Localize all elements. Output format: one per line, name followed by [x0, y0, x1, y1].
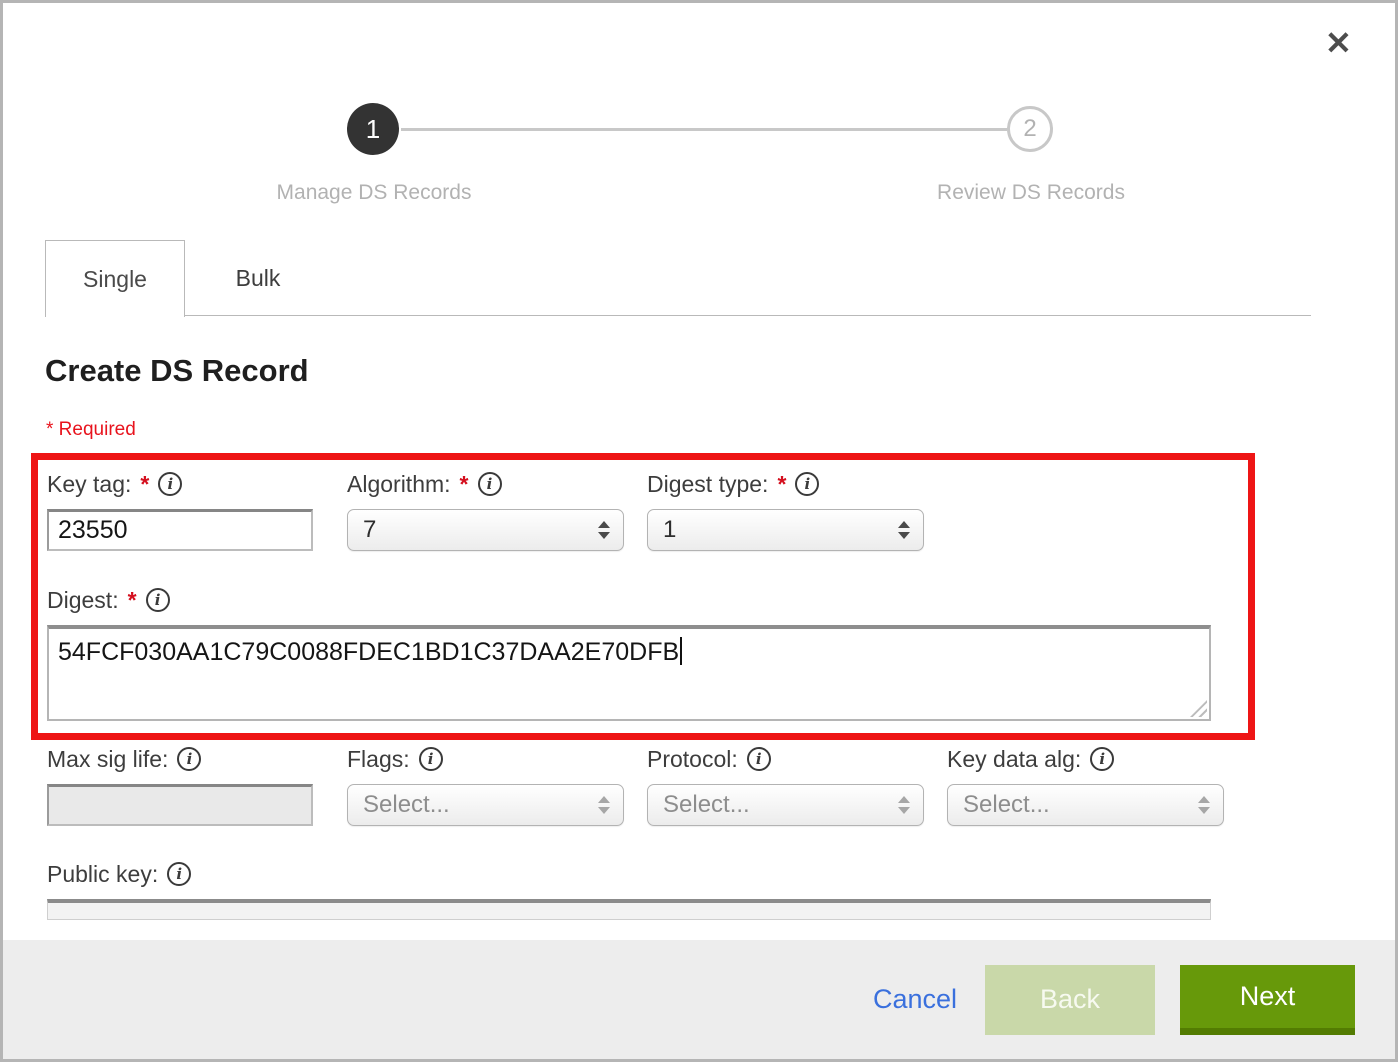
field-flags: Flags: i Select...: [347, 744, 647, 826]
next-button[interactable]: Next: [1180, 965, 1355, 1035]
page-title: Create DS Record: [45, 353, 309, 389]
select-spinner-icon: [1198, 796, 1210, 814]
flags-label: Flags:: [347, 746, 410, 773]
create-ds-record-dialog: ✕ 1 2 Manage DS Records Review DS Record…: [0, 0, 1398, 1062]
tab-bar: Single Bulk: [45, 240, 1311, 316]
algorithm-label: Algorithm:: [347, 471, 451, 498]
digest-value: 54FCF030AA1C79C0088FDEC1BD1C37DAA2E70DFB: [58, 638, 679, 666]
text-cursor: [680, 637, 682, 665]
info-icon[interactable]: i: [1090, 747, 1114, 771]
tab-bulk[interactable]: Bulk: [185, 240, 331, 316]
max-sig-life-label: Max sig life:: [47, 746, 168, 773]
protocol-label: Protocol:: [647, 746, 738, 773]
form-row-1: Key tag: * i Algorithm: * i 7: [47, 469, 947, 551]
info-icon[interactable]: i: [167, 862, 191, 886]
digest-textarea[interactable]: 54FCF030AA1C79C0088FDEC1BD1C37DAA2E70DFB: [47, 625, 1211, 721]
info-icon[interactable]: i: [419, 747, 443, 771]
required-note: * Required: [46, 419, 136, 441]
protocol-select-value: Select...: [663, 791, 750, 819]
form-row-3: Max sig life: i Flags: i Select... Proto…: [47, 744, 1247, 826]
public-key-label: Public key:: [47, 861, 158, 888]
tab-single[interactable]: Single: [45, 240, 185, 317]
algorithm-select[interactable]: 7: [347, 509, 624, 551]
digest-type-select-value: 1: [663, 516, 676, 544]
field-public-key: Public key: i: [47, 859, 1211, 920]
protocol-select[interactable]: Select...: [647, 784, 924, 826]
field-digest: Digest: * i 54FCF030AA1C79C0088FDEC1BD1C…: [47, 585, 1211, 721]
required-asterisk: *: [460, 471, 469, 498]
required-asterisk: *: [128, 587, 137, 614]
close-icon[interactable]: ✕: [1325, 27, 1352, 59]
step-2-circle: 2: [1007, 106, 1053, 152]
step-1-label: Manage DS Records: [214, 181, 534, 205]
select-spinner-icon: [898, 521, 910, 539]
info-icon[interactable]: i: [747, 747, 771, 771]
step-connector-line: [401, 128, 1007, 131]
key-tag-input[interactable]: [47, 509, 313, 551]
digest-type-select[interactable]: 1: [647, 509, 924, 551]
digest-label: Digest:: [47, 587, 119, 614]
dialog-footer: Cancel Back Next: [3, 940, 1395, 1059]
key-data-alg-select[interactable]: Select...: [947, 784, 1224, 826]
field-algorithm: Algorithm: * i 7: [347, 469, 647, 551]
public-key-textarea[interactable]: [47, 899, 1211, 920]
cancel-link[interactable]: Cancel: [873, 984, 957, 1015]
field-protocol: Protocol: i Select...: [647, 744, 947, 826]
field-digest-type: Digest type: * i 1: [647, 469, 947, 551]
info-icon[interactable]: i: [795, 472, 819, 496]
resize-grip-icon[interactable]: [1190, 700, 1207, 717]
key-tag-label: Key tag:: [47, 471, 131, 498]
key-data-alg-label: Key data alg:: [947, 746, 1081, 773]
back-button: Back: [985, 965, 1155, 1035]
digest-type-label: Digest type:: [647, 471, 768, 498]
field-key-tag: Key tag: * i: [47, 469, 347, 551]
key-data-alg-select-value: Select...: [963, 791, 1050, 819]
max-sig-life-input: [47, 784, 313, 826]
step-2-label: Review DS Records: [871, 181, 1191, 205]
field-max-sig-life: Max sig life: i: [47, 744, 347, 826]
required-asterisk: *: [777, 471, 786, 498]
info-icon[interactable]: i: [158, 472, 182, 496]
info-icon[interactable]: i: [146, 588, 170, 612]
select-spinner-icon: [598, 521, 610, 539]
select-spinner-icon: [598, 796, 610, 814]
algorithm-select-value: 7: [363, 516, 376, 544]
info-icon[interactable]: i: [177, 747, 201, 771]
info-icon[interactable]: i: [478, 472, 502, 496]
step-1-circle: 1: [347, 103, 399, 155]
flags-select-value: Select...: [363, 791, 450, 819]
field-key-data-alg: Key data alg: i Select...: [947, 744, 1247, 826]
flags-select[interactable]: Select...: [347, 784, 624, 826]
required-asterisk: *: [140, 471, 149, 498]
select-spinner-icon: [898, 796, 910, 814]
